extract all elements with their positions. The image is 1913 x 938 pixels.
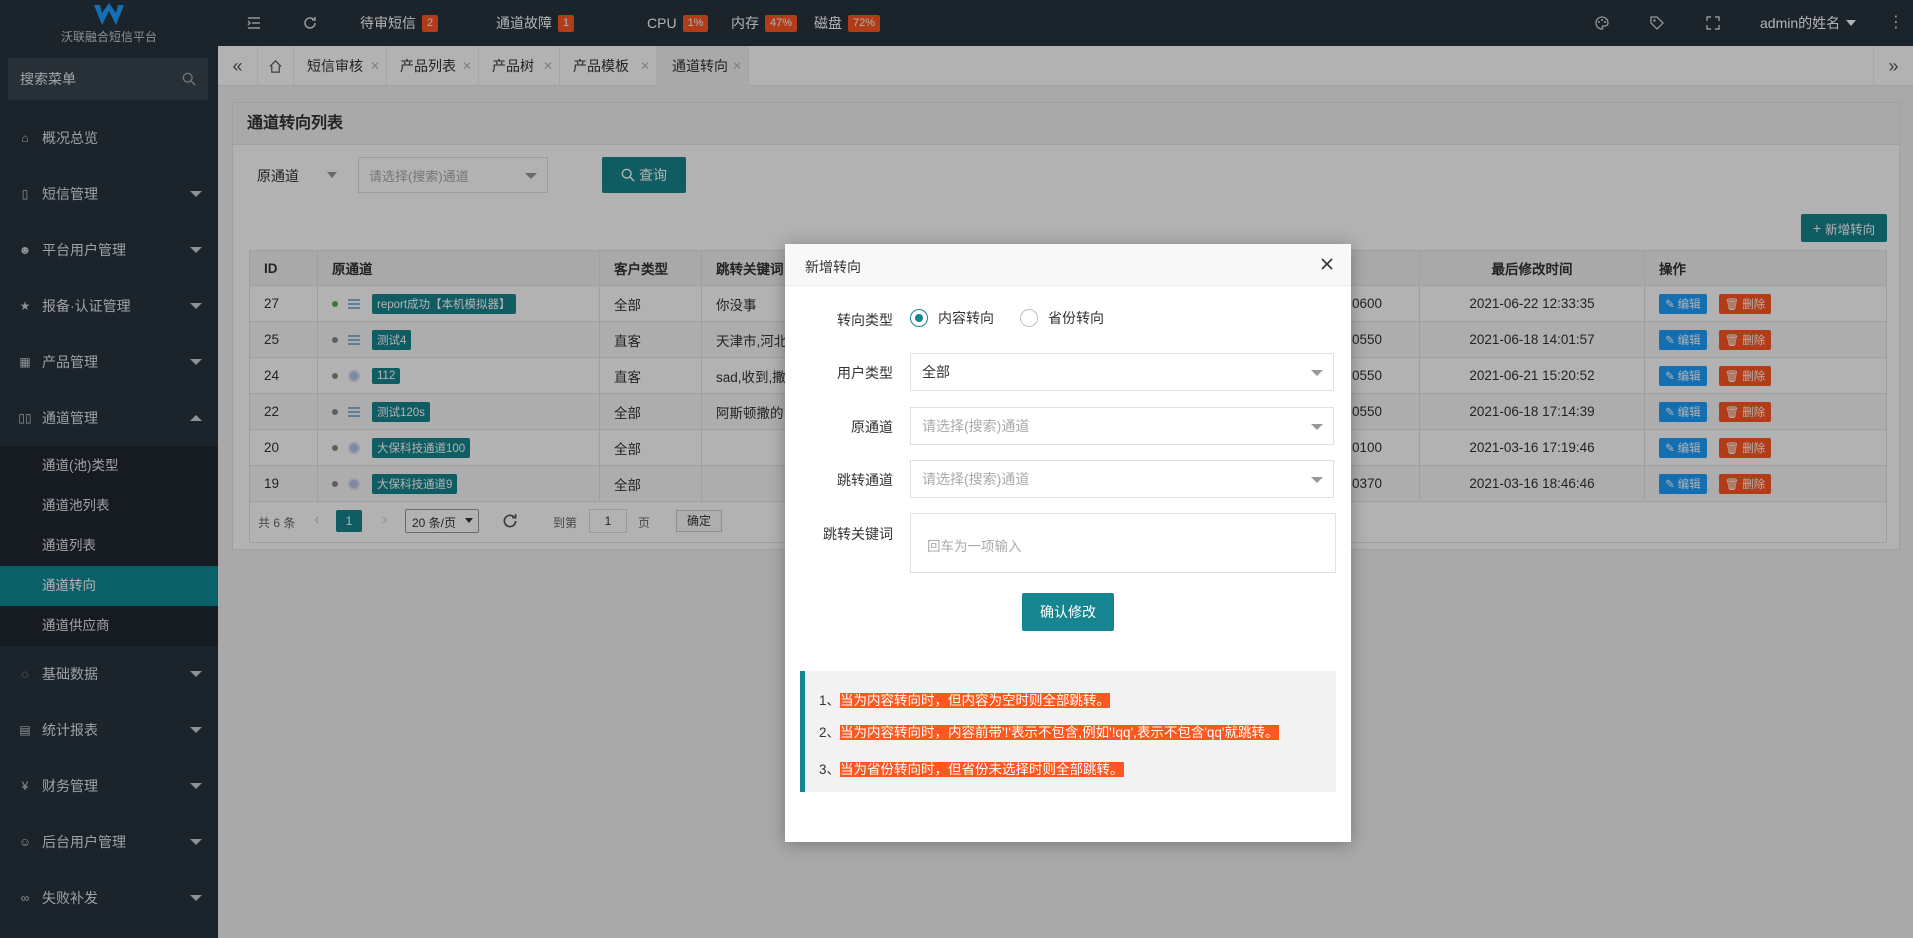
tip-line: 2、当为内容转向时，内容前带'!'表示不包含,例如'!qq',表示不包含'qq'… <box>819 725 1279 740</box>
confirm-button-label: 确认修改 <box>1040 604 1096 620</box>
radio-checked-icon <box>910 309 928 327</box>
tips-box: 1、当为内容转向时，但内容为空时则全部跳转。 2、当为内容转向时，内容前带'!'… <box>800 671 1336 792</box>
close-icon[interactable] <box>1319 256 1335 272</box>
keywords-label: 跳转关键词 <box>823 526 893 542</box>
chevron-down-icon <box>1311 370 1323 376</box>
user-type-select[interactable]: 全部 <box>910 353 1334 391</box>
radio-unchecked-icon <box>1020 309 1038 327</box>
redirect-type-label: 转向类型 <box>837 312 893 328</box>
tip-line: 3、当为省份转向时，但省份未选择时则全部跳转。 <box>819 762 1124 777</box>
radio-content-label: 内容转向 <box>938 310 994 326</box>
source-channel-label: 原通道 <box>851 419 893 435</box>
radio-province-redirect[interactable]: 省份转向 <box>1020 308 1104 328</box>
user-type-value: 全部 <box>922 364 950 380</box>
chevron-down-icon <box>1311 424 1323 430</box>
confirm-button[interactable]: 确认修改 <box>1022 593 1114 631</box>
target-channel-label: 跳转通道 <box>837 472 893 488</box>
modal-header: 新增转向 <box>785 244 1351 286</box>
keywords-input[interactable]: 回车为一项输入 <box>910 513 1336 573</box>
add-redirect-modal: 新增转向 转向类型 内容转向 省份转向 用户类型 全部 原通道 请选择(搜索)通… <box>785 244 1351 842</box>
radio-content-redirect[interactable]: 内容转向 <box>910 308 994 328</box>
radio-province-label: 省份转向 <box>1048 310 1104 326</box>
tip-line: 1、当为内容转向时，但内容为空时则全部跳转。 <box>819 693 1111 708</box>
user-type-label: 用户类型 <box>837 365 893 381</box>
chevron-down-icon <box>1311 477 1323 483</box>
source-channel-placeholder: 请选择(搜索)通道 <box>922 418 1030 434</box>
target-channel-placeholder: 请选择(搜索)通道 <box>922 471 1030 487</box>
keywords-placeholder: 回车为一项输入 <box>927 539 1022 554</box>
modal-title: 新增转向 <box>805 259 861 275</box>
source-channel-select[interactable]: 请选择(搜索)通道 <box>910 407 1334 445</box>
target-channel-select[interactable]: 请选择(搜索)通道 <box>910 460 1334 498</box>
